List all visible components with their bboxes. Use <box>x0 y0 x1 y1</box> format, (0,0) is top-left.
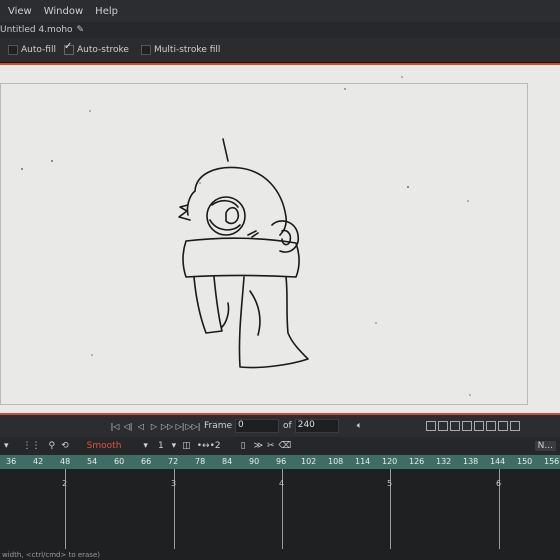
tool-options-bar: Auto-fill Auto-stroke Multi-stroke fill <box>0 38 560 63</box>
frame-label: Frame <box>204 421 233 431</box>
drawing-canvas[interactable] <box>0 63 560 415</box>
auto-fill-checkbox[interactable] <box>8 45 18 55</box>
ruler-tick: 108 <box>328 457 344 466</box>
view-split-icon[interactable] <box>438 421 449 431</box>
total-frames-input[interactable]: 240 <box>294 419 339 433</box>
key-link-icon[interactable]: ⚲ <box>49 441 56 451</box>
drawing-svg <box>21 76 471 396</box>
view-camera-icon[interactable] <box>486 421 497 431</box>
second-label: 2 <box>62 479 68 488</box>
auto-stroke-option[interactable]: Auto-stroke <box>63 41 129 55</box>
view-quad-icon[interactable] <box>450 421 461 431</box>
auto-fill-label: Auto-fill <box>21 45 56 55</box>
ruler-tick: 138 <box>463 457 479 466</box>
character-sketch <box>178 138 309 369</box>
view-layers-icon[interactable] <box>474 421 485 431</box>
ruler-tick: 150 <box>517 457 533 466</box>
blush-mark <box>247 230 259 238</box>
status-text: width, <ctrl/cmd> to erase) <box>2 551 100 559</box>
chevron-down-icon[interactable]: ▾ <box>4 441 9 451</box>
interp-dropdown-icon[interactable]: ▾ <box>143 441 148 451</box>
onion-skin-icon[interactable]: ◫ <box>182 441 191 451</box>
ruler-tick: 114 <box>355 457 371 466</box>
keys-grid-icon[interactable]: ⋮⋮ <box>23 441 41 451</box>
multi-stroke-fill-label: Multi-stroke fill <box>153 45 221 55</box>
view-fx-icon[interactable] <box>510 421 521 431</box>
end-icon[interactable]: ▷▷| <box>186 421 201 431</box>
timeline-toolbar: ▾ ⋮⋮ ⚲ ⟲ Smooth ▾ 1 ▾ ◫ •↔• 2 ▯ ≫ ✂ ⌫ N.… <box>0 437 560 455</box>
step-value[interactable]: 1 <box>158 441 164 451</box>
edit-pencil-icon: ✎ <box>76 25 85 35</box>
ruler-tick: 54 <box>87 457 98 466</box>
auto-stroke-checkbox[interactable] <box>63 41 74 55</box>
delete-icon[interactable]: ⌫ <box>279 441 292 451</box>
timeline-area[interactable]: 2 3 4 5 6 <box>0 469 560 560</box>
menu-window[interactable]: Window <box>44 6 83 17</box>
pupil <box>225 206 240 225</box>
ruler-tick: 102 <box>301 457 317 466</box>
playback-bar: |◁ ◁| ◁ ▷ ▷▷ ▷| ▷▷| Frame 0 of 240 🔈︎ <box>0 415 560 437</box>
document-title: Untitled 4.moho <box>0 25 73 35</box>
ruler-tick: 48 <box>60 457 71 466</box>
ruler-tick: 36 <box>6 457 17 466</box>
ruler-tick: 60 <box>114 457 125 466</box>
step-back-icon[interactable]: ◁| <box>123 421 133 431</box>
scarf-left-tail <box>193 276 223 334</box>
next-frame-icon[interactable]: ▷▷ <box>161 421 173 431</box>
menu-help[interactable]: Help <box>95 6 118 17</box>
second-label: 3 <box>171 479 177 488</box>
ruler-tick: 126 <box>409 457 425 466</box>
interpolation-select[interactable]: Smooth <box>87 441 122 451</box>
menu-view[interactable]: View <box>8 6 32 17</box>
current-frame-input[interactable]: 0 <box>235 419 280 433</box>
of-label: of <box>283 421 292 431</box>
auto-stroke-label: Auto-stroke <box>76 45 129 55</box>
play-icon[interactable]: ▷ <box>149 421 159 431</box>
onion-arrows-icon[interactable]: •↔• <box>197 441 215 451</box>
ruler-tick: 66 <box>141 457 152 466</box>
ruler-tick: 144 <box>490 457 506 466</box>
frame-ruler[interactable]: 36 42 48 54 60 66 72 78 84 90 96 102 108… <box>0 455 560 469</box>
overflow-button[interactable]: N... <box>534 441 556 451</box>
history-icon[interactable]: ⟲ <box>61 441 69 451</box>
view-lock-icon[interactable] <box>498 421 509 431</box>
document-tab[interactable]: Untitled 4.moho ✎ <box>0 22 560 38</box>
ruler-tick: 120 <box>382 457 398 466</box>
ruler-tick: 42 <box>33 457 44 466</box>
ruler-tick: 132 <box>436 457 452 466</box>
step-forward-icon[interactable]: ▷| <box>175 421 185 431</box>
hair-strand <box>222 138 229 162</box>
step-dropdown-icon[interactable]: ▾ <box>172 441 177 451</box>
rewind-start-icon[interactable]: |◁ <box>110 421 120 431</box>
view-mode-icons <box>426 421 521 431</box>
second-label: 4 <box>279 479 285 488</box>
auto-fill-option[interactable]: Auto-fill <box>8 45 56 55</box>
second-label: 6 <box>496 479 502 488</box>
ruler-tick: 78 <box>195 457 206 466</box>
clip-icon[interactable]: ▯ <box>241 441 246 451</box>
multi-stroke-fill-checkbox[interactable] <box>140 45 151 55</box>
ruler-tick: 156 <box>544 457 560 466</box>
view-grid-icon[interactable] <box>462 421 473 431</box>
view-single-icon[interactable] <box>426 421 437 431</box>
scarf-wrap <box>182 237 300 278</box>
ruler-tick: 90 <box>249 457 260 466</box>
ruler-tick: 96 <box>276 457 287 466</box>
menu-bar: View Window Help <box>0 0 560 22</box>
canvas-dust <box>21 76 471 396</box>
curve-icon[interactable]: ≫ <box>254 441 263 451</box>
ruler-tick: 72 <box>168 457 179 466</box>
second-label: 5 <box>387 479 393 488</box>
onion-count[interactable]: 2 <box>215 441 221 451</box>
multi-stroke-fill-option[interactable]: Multi-stroke fill <box>140 45 221 55</box>
ruler-tick: 84 <box>222 457 233 466</box>
prev-frame-icon[interactable]: ◁ <box>136 421 146 431</box>
sound-icon[interactable]: 🔈︎ <box>357 421 362 431</box>
scissors-icon[interactable]: ✂ <box>267 441 275 451</box>
